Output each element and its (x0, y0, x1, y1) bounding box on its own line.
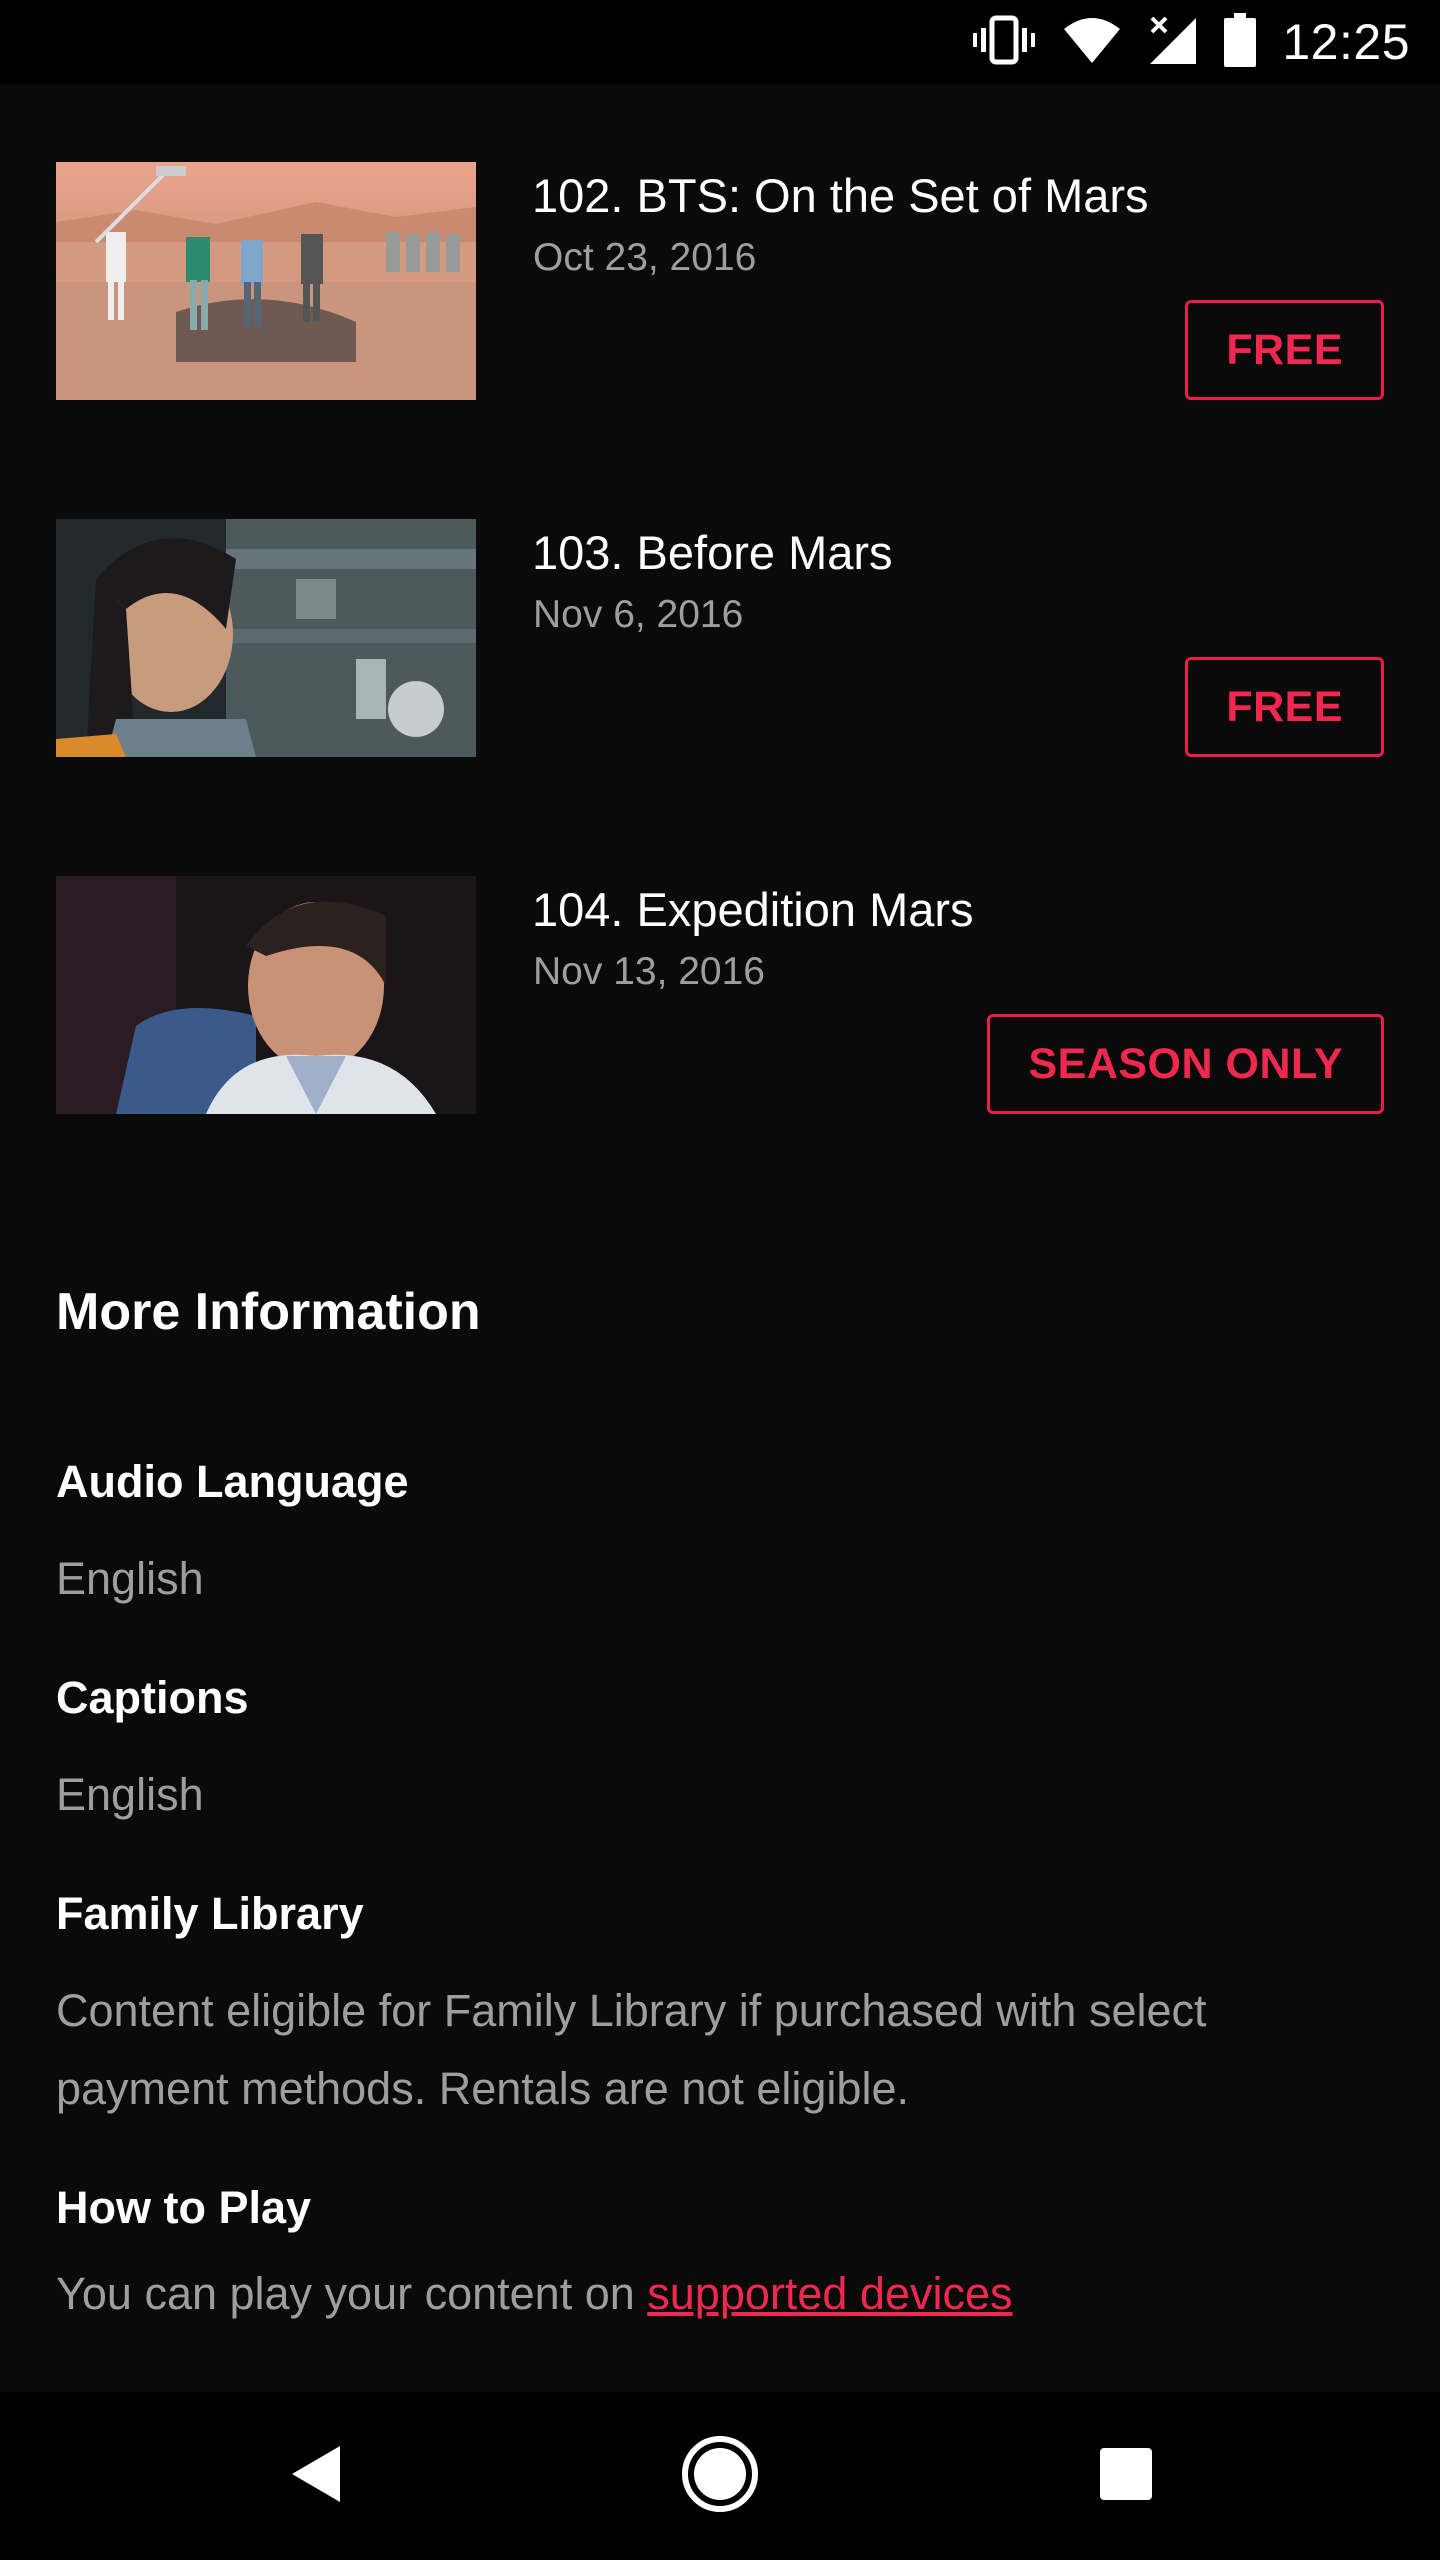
status-time: 12:25 (1282, 14, 1410, 70)
family-library-label: Family Library (56, 1888, 364, 1939)
supported-devices-link[interactable]: supported devices (647, 2268, 1012, 2319)
how-to-play-prefix: You can play your content on (56, 2268, 648, 2319)
battery-icon (1224, 12, 1257, 72)
how-to-play-label: How to Play (56, 2182, 312, 2233)
episode-title[interactable]: 104. Expedition Mars (532, 882, 974, 937)
family-library-description: Content eligible for Family Library if p… (56, 1972, 1207, 2128)
status-icons: 12:25 (972, 0, 1410, 84)
audio-language-label: Audio Language (56, 1456, 409, 1507)
recents-icon (1099, 2447, 1153, 2506)
back-icon (288, 2442, 344, 2511)
captions-value: English (56, 1769, 204, 1820)
episode-date: Nov 13, 2016 (533, 950, 766, 993)
episode-row[interactable]: 103. Before Mars Nov 6, 2016 FREE (0, 519, 1440, 759)
section-heading: More Information (56, 1283, 481, 1341)
season-only-button[interactable]: SEASON ONLY (987, 1014, 1384, 1114)
family-library-line: payment methods. Rentals are not eligibl… (56, 2063, 909, 2114)
status-bar: 12:25 (0, 0, 1440, 84)
captions-label: Captions (56, 1672, 249, 1723)
back-button[interactable] (236, 2392, 396, 2560)
vibrate-icon (972, 14, 1036, 71)
episode-thumbnail[interactable] (56, 519, 476, 757)
episode-title[interactable]: 102. BTS: On the Set of Mars (532, 168, 1149, 223)
recents-button[interactable] (1046, 2392, 1206, 2560)
home-icon (680, 2434, 760, 2519)
episode-date: Nov 6, 2016 (533, 593, 744, 636)
episode-date: Oct 23, 2016 (533, 236, 757, 279)
wifi-icon (1062, 15, 1122, 70)
home-button[interactable] (640, 2392, 800, 2560)
audio-language-value: English (56, 1553, 204, 1604)
episode-title[interactable]: 103. Before Mars (532, 525, 893, 580)
signal-icon (1148, 14, 1198, 71)
navigation-bar (0, 2392, 1440, 2560)
free-button[interactable]: FREE (1185, 657, 1384, 757)
how-to-play-text: You can play your content on supported d… (56, 2268, 1013, 2320)
episode-thumbnail[interactable] (56, 876, 476, 1114)
episode-row[interactable]: 102. BTS: On the Set of Mars Oct 23, 201… (0, 162, 1440, 402)
episode-thumbnail[interactable] (56, 162, 476, 400)
family-library-line: Content eligible for Family Library if p… (56, 1985, 1207, 2036)
free-button[interactable]: FREE (1185, 300, 1384, 400)
episode-row[interactable]: 104. Expedition Mars Nov 13, 2016 SEASON… (0, 876, 1440, 1116)
